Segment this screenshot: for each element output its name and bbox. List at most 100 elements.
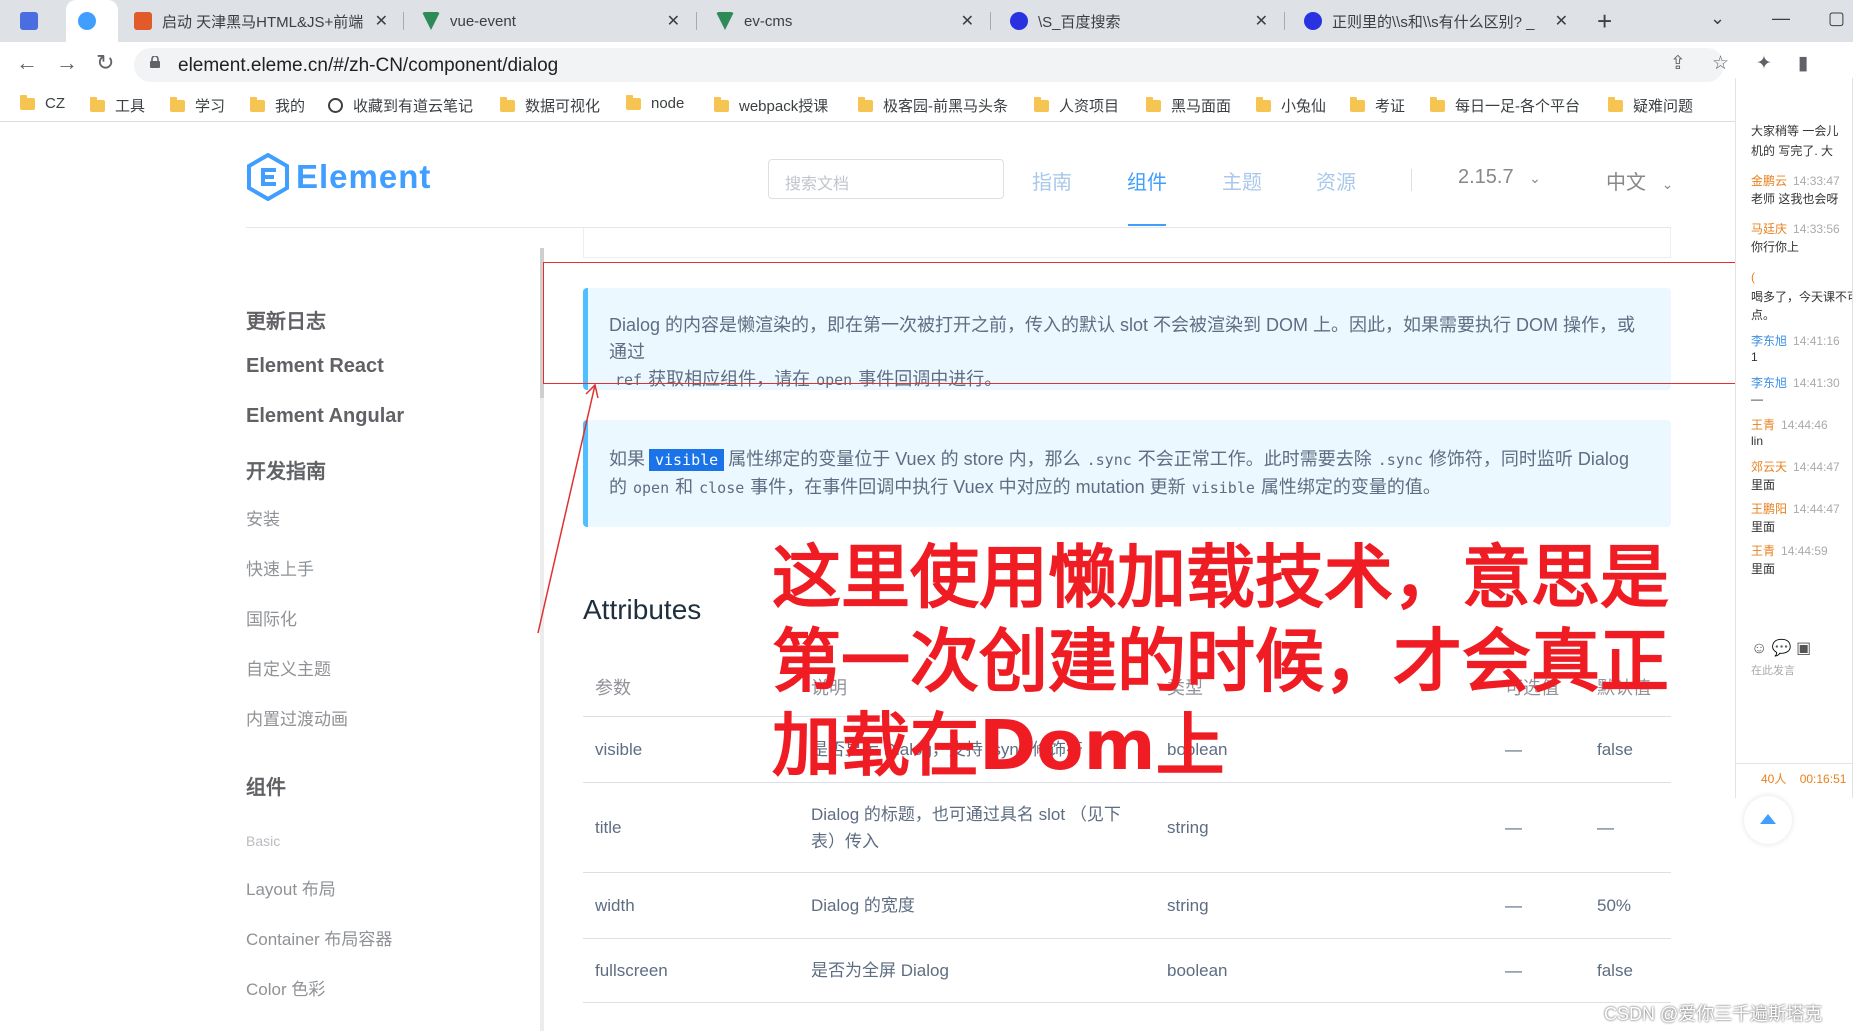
address-bar[interactable]: element.eleme.cn/#/zh-CN/component/dialo… [134,48,1724,82]
image-icon[interactable]: ▣ [1796,640,1811,657]
bookmark-item[interactable]: 人资项目 [1034,95,1119,116]
close-icon[interactable]: ✕ [375,11,388,31]
sidepanel-icon[interactable]: ▮ [1798,52,1808,75]
bookmark-item[interactable]: CZ [20,94,65,112]
tab-ev-cms[interactable]: ev-cms ✕ [704,0,986,42]
star-icon[interactable]: ☆ [1712,52,1729,75]
tab-element[interactable] [66,0,118,42]
sidebar-item-custom-theme[interactable]: 自定义主题 [246,655,331,680]
nav-component[interactable]: 组件 [1127,166,1167,195]
nav-theme[interactable]: 主题 [1222,166,1262,195]
vue-icon [422,12,440,30]
live-chat-panel: 大家稍等 一会儿 机的 写完了. 大 金鹏云 14:33:47 老师 这我也会呀 … [1735,78,1853,798]
tab-search-icon[interactable]: ⌄ [1710,8,1725,29]
globe-icon [328,98,343,113]
code-sync: .sync [1086,451,1132,469]
viewer-count: 40人 [1761,772,1787,786]
sidebar-item-container[interactable]: Container 布局容器 [246,925,392,950]
csdn-watermark: CSDN @爱你三千遍斯塔克 [1604,1004,1823,1024]
folder-icon [1608,96,1623,112]
sidebar-item-color[interactable]: Color 色彩 [246,975,325,1000]
sidebar: 更新日志 Element React Element Angular 开发指南 … [0,228,540,1031]
lock-icon [150,56,160,68]
language-select[interactable]: 中文 ⌄ [1606,166,1673,195]
chat-message: lin [1751,434,1764,448]
bookmark-item[interactable]: 数据可视化 [500,95,600,116]
sidebar-item-element-angular[interactable]: Element Angular [246,405,404,428]
version-select[interactable]: 2.15.7 ⌄ [1458,166,1541,189]
sidebar-item-quickstart[interactable]: 快速上手 [246,555,314,580]
tip-vuex-visible: 如果 visible 属性绑定的变量位于 Vuex 的 store 内，那么 .syn… [583,420,1671,527]
chat-status: 40人 00:16:51 [1736,763,1852,787]
sidebar-section-components: 组件 [246,777,286,799]
chat-message: 1 [1751,350,1758,364]
bookmark-item[interactable]: 工具 [90,95,145,116]
sidebar-item-transition[interactable]: 内置过渡动画 [246,705,348,730]
tab-label: \S_百度搜索 [1038,13,1121,31]
chat-input[interactable]: 在此发言 [1751,662,1795,678]
chat-meta: 王青 14:44:46 [1751,418,1828,432]
tab-baidu-1[interactable]: \S_百度搜索 ✕ [998,0,1280,42]
bookmark-item[interactable]: 极客园-前黑马头条 [858,95,1008,116]
sidebar-item-install[interactable]: 安装 [246,505,280,530]
nav-resource[interactable]: 资源 [1316,166,1356,195]
sidebar-item-element-react[interactable]: Element React [246,355,384,378]
chat-meta: ( [1751,270,1755,284]
folder-icon [1430,96,1445,112]
bookmark-item[interactable]: 学习 [170,95,225,116]
chat-message: — [1751,392,1763,406]
bookmark-item[interactable]: node [626,94,684,112]
tab-figma[interactable] [8,0,64,42]
element-logo[interactable]: Element [246,153,431,201]
sidebar-item-i18n[interactable]: 国际化 [246,605,297,630]
close-icon[interactable]: ✕ [1255,11,1268,31]
chat-meta: 王鹏阳 14:44:47 [1751,502,1840,516]
bookmark-item[interactable]: 考证 [1350,95,1405,116]
bookmark-item[interactable]: 收藏到有道云笔记 [328,95,473,116]
close-icon[interactable]: ✕ [667,11,680,31]
annotation-arrow [537,383,599,634]
bookmark-item[interactable]: 小兔仙 [1256,95,1326,116]
comment-icon[interactable]: 💬 [1772,640,1792,657]
bookmark-item[interactable]: 黑马面面 [1146,95,1231,116]
share-icon[interactable]: ⇪ [1670,52,1686,75]
new-tab-button[interactable]: + [1597,6,1612,37]
chat-meta: 王青 14:44:59 [1751,544,1828,558]
bookmark-item[interactable]: 疑难问题 [1608,95,1693,116]
nav-guide[interactable]: 指南 [1032,166,1072,195]
back-icon[interactable]: ← [16,50,38,76]
folder-icon [1146,96,1161,112]
chat-message: 点。 [1751,308,1776,322]
elapsed-time: 00:16:51 [1799,772,1847,786]
table-row: title Dialog 的标题，也可通过具名 slot （见下表）传入 str… [583,783,1671,873]
reload-icon[interactable]: ↻ [96,50,114,76]
chat-message: 你行你上 [1751,240,1800,254]
highlight-rectangle [543,262,1765,384]
vue-icon [716,12,734,30]
bookmark-item[interactable]: 每日一足-各个平台 [1430,95,1580,116]
tab-baidu-2[interactable]: 正则里的\\s和\\s有什么区别? _ ✕ [1292,0,1580,42]
code-close: close [699,479,745,497]
folder-icon [626,94,641,110]
emoji-icon[interactable]: ☺ [1751,640,1767,657]
maximize-icon[interactable]: ▢ [1828,8,1845,29]
sidebar-item-changelog[interactable]: 更新日志 [246,305,326,334]
sidebar-item-layout[interactable]: Layout 布局 [246,875,336,900]
close-icon[interactable]: ✕ [961,11,974,31]
bookmark-item[interactable]: webpack授课 [714,95,828,116]
minimize-icon[interactable]: — [1772,8,1790,29]
baidu-icon [1304,12,1322,30]
th-param: 参数 [595,678,631,698]
forward-icon[interactable]: → [56,50,78,76]
tab-vue-event[interactable]: vue-event ✕ [410,0,692,42]
code-visible: visible [1191,479,1255,497]
search-input[interactable]: 搜索文档 [768,159,1004,199]
back-to-top-button[interactable] [1744,796,1792,844]
extensions-icon[interactable]: ✦ [1756,52,1772,75]
tab-heima[interactable]: 启动 天津黑马HTML&JS+前端 ✕ [122,0,400,42]
url-text: element.eleme.cn/#/zh-CN/component/dialo… [178,55,559,76]
sidebar-section-dev-guide: 开发指南 [246,461,326,483]
bookmark-item[interactable]: 我的 [250,95,305,116]
close-icon[interactable]: ✕ [1555,11,1568,31]
tab-label: 启动 天津黑马HTML&JS+前端 [162,13,364,31]
